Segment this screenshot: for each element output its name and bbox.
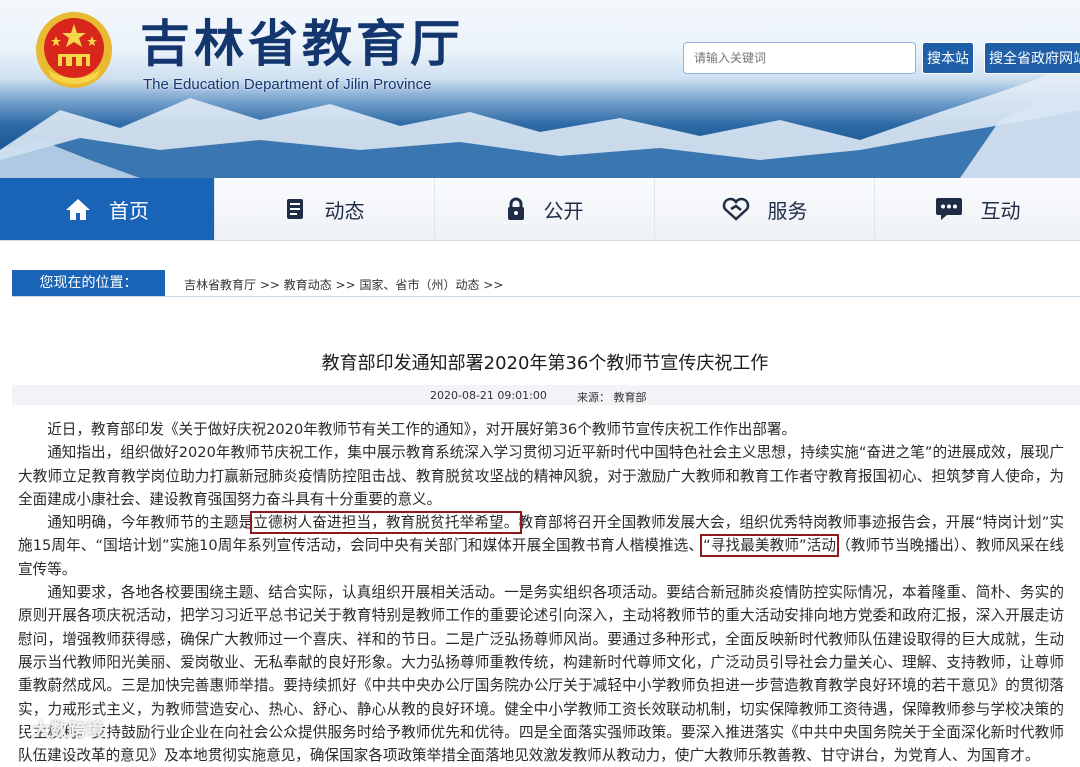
search-gov-button[interactable]: 搜全省政府网站 <box>984 42 1080 74</box>
nav-item-label: 互动 <box>980 198 1021 223</box>
nav-item-label: 首页 <box>109 198 149 223</box>
article-paragraph: 近日，教育部印发《关于做好庆祝2020年教师节有关工作的通知》，对开展好第36个… <box>47 421 797 438</box>
article-paragraph: 通知明确，今年教师节的主题是立德树人奋进担当，教育脱贫托举希望。教育部将召开全国… <box>18 511 1064 581</box>
article-paragraph: 通知要求，各地各校要围绕主题、结合实际，认真组织开展相关活动。一是务实组织各项活… <box>18 584 1064 765</box>
nav-item-label: 公开 <box>543 198 584 223</box>
theme-highlight: 立德树人奋进担当，教育脱贫托举希望。 <box>250 511 522 535</box>
nav-item-label: 服务 <box>767 198 808 223</box>
header-banner: 吉林省教育厅 The Education Department of Jilin… <box>0 0 1080 178</box>
main-nav: 首页 动态 公开 服务 互动 <box>0 178 1080 241</box>
paragraph-text: 通知明确，今年教师节的主题是 <box>47 514 254 532</box>
site-subtitle: The Education Department of Jilin Provin… <box>143 76 432 93</box>
article-date: 2020-08-21 09:01:00 <box>430 389 547 402</box>
search-site-button[interactable]: 搜本站 <box>922 42 974 74</box>
chat-icon <box>935 198 962 220</box>
article-source: 来源： 教育部 <box>577 391 647 404</box>
national-emblem-icon <box>36 12 112 88</box>
handshake-icon <box>722 197 749 221</box>
breadcrumb: 您现在的位置： 吉林省教育厅 >> 教育动态 >> 国家、省市（州）动态 >> <box>12 270 1080 297</box>
watermark-text: 大数跨境 <box>32 720 104 741</box>
breadcrumb-label: 您现在的位置： <box>12 270 165 296</box>
article-meta: 2020-08-21 09:01:00 来源： 教育部 <box>12 385 1080 405</box>
home-icon <box>66 199 90 220</box>
article-body: 近日，教育部印发《关于做好庆祝2020年教师节有关工作的通知》，对开展好第36个… <box>18 418 1064 767</box>
nav-item-public[interactable]: 公开 <box>435 178 655 240</box>
article-paragraph: 通知指出，组织做好2020年教师节庆祝工作，集中展示教育系统深入学习贯彻习近平新… <box>18 444 1064 508</box>
article-title: 教育部印发通知部署2020年第36个教师节宣传庆祝工作 <box>321 353 769 374</box>
watermark-logo-icon <box>7 720 25 738</box>
watermark: 大数跨境 <box>0 714 156 744</box>
activity-highlight: “寻找最美教师”活动 <box>700 534 840 558</box>
site-title: 吉林省教育厅 <box>140 14 464 73</box>
nav-item-service[interactable]: 服务 <box>655 178 875 240</box>
nav-item-label: 动态 <box>324 198 365 223</box>
nav-item-home[interactable]: 首页 <box>0 178 215 240</box>
breadcrumb-path[interactable]: 吉林省教育厅 >> 教育动态 >> 国家、省市（州）动态 >> <box>184 276 503 293</box>
lock-icon <box>507 197 524 220</box>
search-input[interactable] <box>683 42 916 74</box>
nav-item-news[interactable]: 动态 <box>215 178 435 240</box>
nav-item-interact[interactable]: 互动 <box>875 178 1080 240</box>
news-icon <box>286 199 303 219</box>
